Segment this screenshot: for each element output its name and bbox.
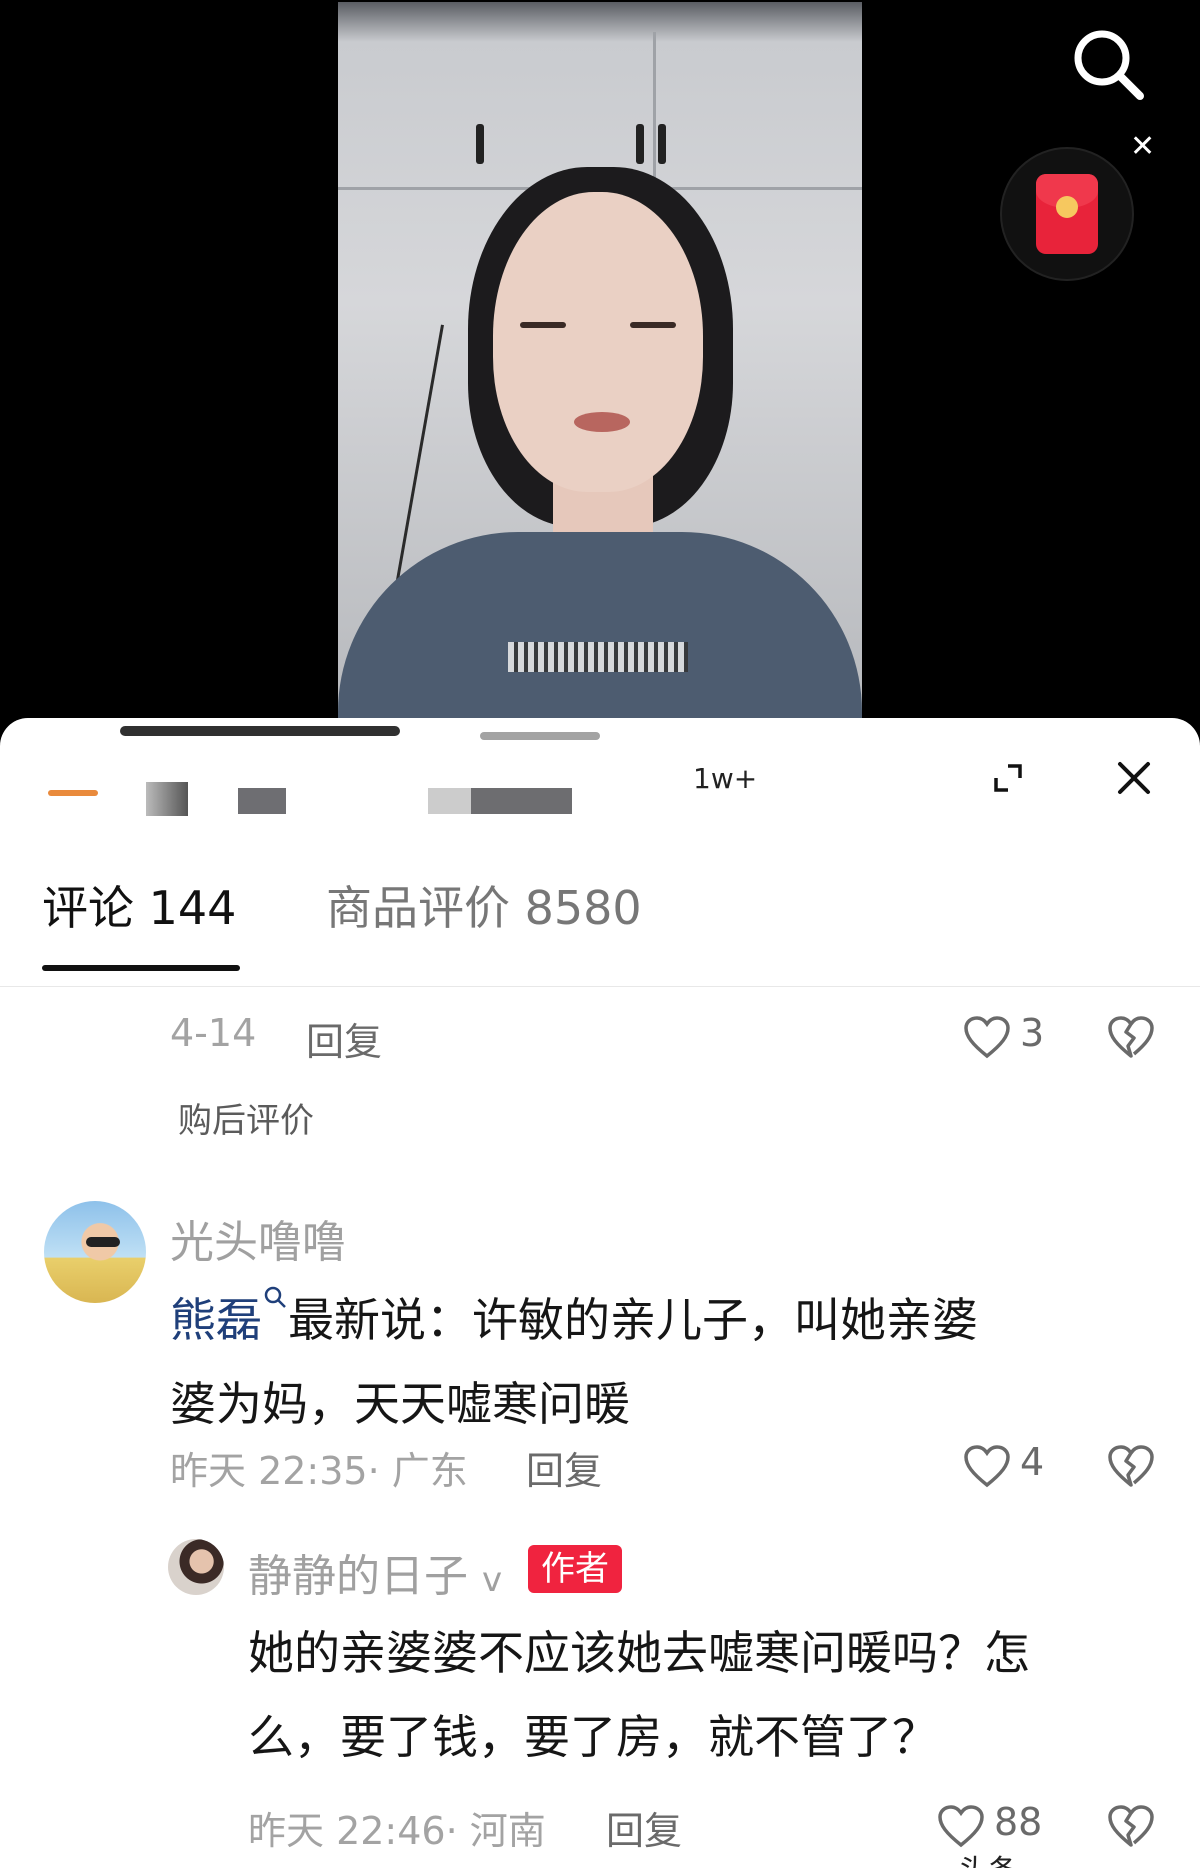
search-icon[interactable] bbox=[1066, 22, 1150, 106]
viewer-count: 1w+ bbox=[693, 762, 758, 795]
reply-text-line2: 么，要了钱，要了房，就不管了？ bbox=[248, 1710, 938, 1764]
redacted-mark bbox=[146, 782, 188, 816]
video-player[interactable]: ✕ bbox=[0, 0, 1200, 730]
heart-icon[interactable] bbox=[962, 1014, 1012, 1060]
comment-text-line2: 婆为妈，天天嘘寒问暖 bbox=[170, 1377, 630, 1431]
avatar[interactable] bbox=[168, 1539, 224, 1595]
reply-button[interactable]: 回复 bbox=[606, 1800, 682, 1855]
comment-meta: 昨天 22:35· 广东 bbox=[170, 1449, 468, 1493]
redacted-mark bbox=[48, 790, 98, 796]
comment-text: 熊磊 最新说：许敏的亲儿子，叫她亲婆 婆为妈，天天嘘寒问暖 bbox=[170, 1278, 978, 1446]
subtitle-blur bbox=[508, 642, 688, 672]
video-subject-robe bbox=[338, 532, 862, 718]
comment-username[interactable]: 光头噜噜 bbox=[170, 1206, 346, 1270]
review-date: 4-14 bbox=[170, 1011, 257, 1055]
comment-text-line1: 最新说：许敏的亲儿子，叫她亲婆 bbox=[288, 1293, 978, 1347]
comments-panel: 1w+ 评论 144 商品评价 8580 4-14 回复 3 购后评价 光头噜噜… bbox=[0, 718, 1200, 1868]
broken-heart-icon[interactable] bbox=[1106, 1014, 1156, 1060]
watermark-partial: 头条 bbox=[958, 1846, 1018, 1868]
like-count: 4 bbox=[1020, 1440, 1045, 1484]
expand-icon[interactable] bbox=[990, 760, 1026, 796]
post-purchase-review-tag: 购后评价 bbox=[178, 1101, 314, 1141]
heart-icon[interactable] bbox=[936, 1803, 986, 1849]
broken-heart-icon[interactable] bbox=[1106, 1443, 1156, 1489]
redacted-mark bbox=[238, 788, 286, 814]
mention-link[interactable]: 熊磊 bbox=[170, 1293, 262, 1347]
reply-text-line1: 她的亲婆婆不应该她去嘘寒问暖吗？怎 bbox=[248, 1626, 1030, 1680]
redacted-header-text bbox=[480, 732, 600, 740]
reply-button[interactable]: 回复 bbox=[306, 1011, 382, 1066]
redacted-header-text bbox=[120, 726, 400, 736]
video-frame bbox=[338, 2, 862, 718]
like-count: 3 bbox=[1020, 1011, 1045, 1055]
comment-tabs: 评论 144 商品评价 8580 bbox=[0, 848, 1200, 987]
video-subject-face bbox=[493, 192, 703, 492]
heart-icon[interactable] bbox=[962, 1443, 1012, 1489]
tab-product-reviews[interactable]: 商品评价 8580 bbox=[326, 872, 642, 938]
verified-badge: v bbox=[482, 1560, 503, 1600]
reply-meta: 昨天 22:46· 河南 bbox=[248, 1809, 546, 1853]
active-tab-indicator bbox=[42, 965, 240, 971]
red-packet-icon bbox=[1036, 174, 1098, 254]
redacted-mark bbox=[428, 788, 572, 814]
reply-text: 她的亲婆婆不应该她去嘘寒问暖吗？怎 么，要了钱，要了房，就不管了？ bbox=[248, 1611, 1030, 1779]
tab-comments[interactable]: 评论 144 bbox=[42, 872, 236, 938]
red-packet-button[interactable] bbox=[1000, 147, 1134, 281]
like-count: 88 bbox=[994, 1800, 1043, 1844]
author-badge: 作者 bbox=[528, 1545, 622, 1593]
close-icon[interactable] bbox=[1112, 756, 1156, 800]
close-icon[interactable]: ✕ bbox=[1130, 132, 1155, 162]
search-icon bbox=[264, 1286, 286, 1308]
avatar[interactable] bbox=[44, 1201, 146, 1303]
reply-button[interactable]: 回复 bbox=[526, 1440, 602, 1495]
reply-username[interactable]: 静静的日子 v bbox=[248, 1540, 502, 1604]
broken-heart-icon[interactable] bbox=[1106, 1803, 1156, 1849]
